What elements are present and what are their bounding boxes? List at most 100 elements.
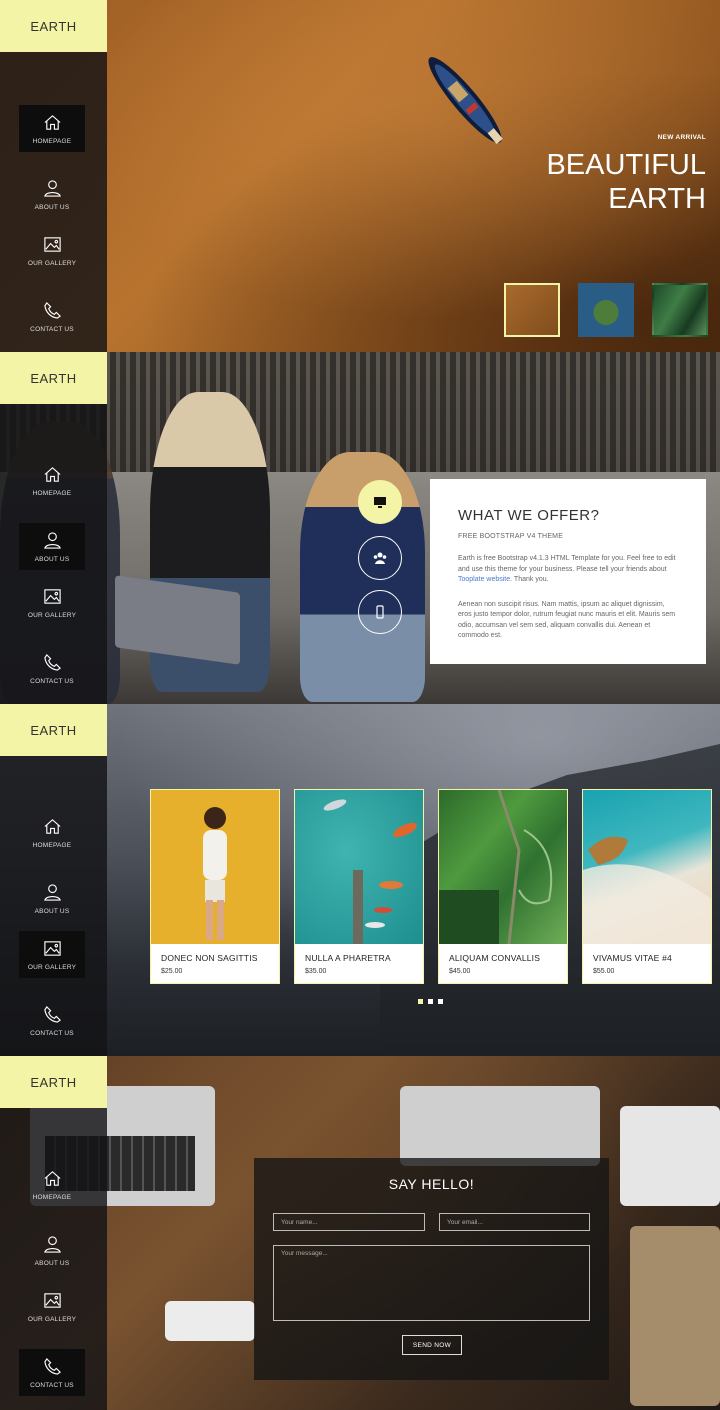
card-image-boats	[295, 790, 423, 944]
nav-about-us[interactable]: ABOUT US	[19, 171, 85, 218]
nav-label: CONTACT US	[30, 1029, 74, 1037]
nav-our-gallery[interactable]: OUR GALLERY	[19, 931, 85, 978]
user-icon	[43, 1235, 61, 1253]
sidebar: EARTH HOMEPAGE ABOUT US OUR GALLERY CONT…	[0, 352, 107, 704]
home-icon	[44, 466, 60, 482]
contact-section: EARTH HOMEPAGE ABOUT US OUR GALLERY CONT…	[0, 1056, 720, 1410]
thumbnail-leaves[interactable]	[652, 283, 708, 337]
hero-kicker: NEW ARRIVAL	[657, 134, 706, 141]
nav-label: OUR GALLERY	[27, 611, 77, 619]
mobile-tab-button[interactable]	[358, 590, 402, 634]
nav-label: HOMEPAGE	[32, 489, 72, 497]
nav-label: ABOUT US	[34, 555, 70, 563]
phone-icon	[43, 653, 61, 671]
hero-title-line1: BEAUTIFUL	[546, 149, 706, 181]
contact-form: SAY HELLO! SEND NOW	[254, 1158, 609, 1380]
offer-section: EARTH HOMEPAGE ABOUT US OUR GALLERY CONT…	[0, 352, 720, 704]
contact-title: SAY HELLO!	[388, 1176, 475, 1192]
nav-label: CONTACT US	[30, 1381, 74, 1389]
home-icon	[44, 1170, 60, 1186]
nav-label: CONTACT US	[30, 677, 74, 685]
send-now-button[interactable]: SEND NOW	[402, 1335, 462, 1355]
gallery-card[interactable]: VIVAMUS VITAE #4 $55.00	[582, 789, 712, 984]
nav-our-gallery[interactable]: OUR GALLERY	[19, 579, 85, 626]
nav-about-us[interactable]: ABOUT US	[19, 1227, 85, 1274]
card-price: $25.00	[161, 968, 183, 975]
image-icon	[43, 588, 61, 604]
image-icon	[43, 940, 61, 956]
users-tab-button[interactable]	[358, 536, 402, 580]
message-input[interactable]	[273, 1245, 590, 1321]
gallery-cards: DONEC NON SAGITTIS $25.00 NULLA A PHARET…	[150, 789, 712, 984]
sidebar-nav: HOMEPAGE ABOUT US OUR GALLERY CONTACT US	[0, 1161, 107, 1396]
gallery-section: EARTH HOMEPAGE ABOUT US OUR GALLERY CONT…	[0, 704, 720, 1056]
nav-label: OUR GALLERY	[27, 1315, 77, 1323]
offer-title: WHAT WE OFFER?	[458, 507, 600, 524]
gallery-card[interactable]: NULLA A PHARETRA $35.00	[294, 789, 424, 984]
nav-label: HOMEPAGE	[32, 1193, 72, 1201]
carousel-dot[interactable]	[418, 999, 423, 1004]
offer-paragraph-2: Aenean non suscipit risus. Nam mattis, i…	[458, 600, 676, 640]
card-image-fields	[439, 790, 567, 944]
carousel-dot[interactable]	[428, 999, 433, 1004]
nav-our-gallery[interactable]: OUR GALLERY	[19, 227, 85, 274]
nav-our-gallery[interactable]: OUR GALLERY	[19, 1283, 85, 1330]
nav-about-us[interactable]: ABOUT US	[19, 875, 85, 922]
tooplate-link[interactable]: Tooplate website	[458, 576, 510, 583]
nav-homepage[interactable]: HOMEPAGE	[19, 105, 85, 152]
nav-homepage[interactable]: HOMEPAGE	[19, 809, 85, 856]
user-icon	[43, 883, 61, 901]
gallery-card[interactable]: DONEC NON SAGITTIS $25.00	[150, 789, 280, 984]
nav-contact-us[interactable]: CONTACT US	[19, 293, 85, 340]
home-icon	[44, 818, 60, 834]
brand-logo[interactable]: EARTH	[0, 352, 107, 404]
thumbnail-island[interactable]	[578, 283, 634, 337]
thumbnail-boat[interactable]	[504, 283, 560, 337]
sidebar: EARTH HOMEPAGE ABOUT US OUR GALLERY CONT…	[0, 0, 107, 352]
brand-logo[interactable]: EARTH	[0, 0, 107, 52]
offer-subtitle: FREE BOOTSTRAP V4 THEME	[458, 533, 564, 540]
brand-logo[interactable]: EARTH	[0, 1056, 107, 1108]
user-icon	[43, 531, 61, 549]
email-input[interactable]	[439, 1213, 590, 1231]
image-icon	[43, 1292, 61, 1308]
nav-label: HOMEPAGE	[32, 841, 72, 849]
gallery-card[interactable]: ALIQUAM CONVALLIS $45.00	[438, 789, 568, 984]
carousel-dot[interactable]	[438, 999, 443, 1004]
card-price: $45.00	[449, 968, 471, 975]
nav-contact-us[interactable]: CONTACT US	[19, 645, 85, 692]
nav-label: CONTACT US	[30, 325, 74, 333]
brand-logo[interactable]: EARTH	[0, 704, 107, 756]
nav-label: OUR GALLERY	[27, 259, 77, 267]
sidebar: EARTH HOMEPAGE ABOUT US OUR GALLERY CONT…	[0, 704, 107, 1056]
carousel-dots	[418, 999, 443, 1004]
offer-card: WHAT WE OFFER? FREE BOOTSTRAP V4 THEME E…	[430, 479, 706, 664]
sidebar-nav: HOMEPAGE ABOUT US OUR GALLERY CONTACT US	[0, 809, 107, 1044]
nav-homepage[interactable]: HOMEPAGE	[19, 457, 85, 504]
card-image-woman	[151, 790, 279, 944]
nav-about-us[interactable]: ABOUT US	[19, 523, 85, 570]
hero-section: EARTH HOMEPAGE ABOUT US OUR GALLERY CONT…	[0, 0, 720, 352]
desktop-icon	[374, 497, 386, 508]
offer-paragraph-1: Earth is free Bootstrap v4.1.3 HTML Temp…	[458, 555, 676, 583]
sidebar-nav: HOMEPAGE ABOUT US OUR GALLERY CONTACT US	[0, 105, 107, 340]
nav-label: ABOUT US	[34, 907, 70, 915]
card-price: $35.00	[305, 968, 327, 975]
sidebar: EARTH HOMEPAGE ABOUT US OUR GALLERY CONT…	[0, 1056, 107, 1410]
desktop-tab-button[interactable]	[358, 480, 402, 524]
card-title: VIVAMUS VITAE #4	[593, 953, 672, 963]
phone-icon	[43, 301, 61, 319]
card-title: ALIQUAM CONVALLIS	[449, 953, 541, 963]
card-title: DONEC NON SAGITTIS	[161, 953, 258, 963]
sidebar-nav: HOMEPAGE ABOUT US OUR GALLERY CONTACT US	[0, 457, 107, 692]
hero-title: BEAUTIFUL EARTH	[546, 148, 706, 216]
nav-homepage[interactable]: HOMEPAGE	[19, 1161, 85, 1208]
phone-icon	[43, 1005, 61, 1023]
nav-label: OUR GALLERY	[27, 963, 77, 971]
nav-contact-us[interactable]: CONTACT US	[19, 1349, 85, 1396]
card-image-coast	[583, 790, 711, 944]
nav-label: HOMEPAGE	[32, 137, 72, 145]
name-input[interactable]	[273, 1213, 425, 1231]
image-icon	[43, 236, 61, 252]
nav-contact-us[interactable]: CONTACT US	[19, 997, 85, 1044]
